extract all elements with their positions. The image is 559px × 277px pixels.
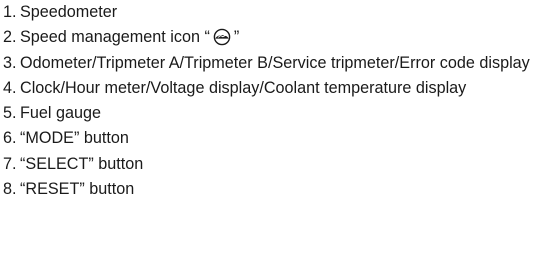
item-text: Fuel gauge (20, 104, 102, 122)
speed-management-icon (211, 28, 233, 46)
legend-item-odometer-tripmeter: 3. Odometer/Tripmeter A/Tripmeter B/Serv… (3, 53, 555, 75)
item-number: 3. (3, 53, 17, 72)
item-number: 4. (3, 78, 17, 97)
legend-item-reset-button: 8. “RESET” button (3, 179, 555, 201)
legend-item-mode-button: 6. “MODE” button (3, 128, 555, 150)
item-number: 6. (3, 129, 17, 148)
item-text-before-icon: Speed management icon “ (20, 28, 210, 47)
item-number: 2. (3, 28, 17, 47)
item-text-after-icon: ” (233, 28, 240, 47)
legend-item-speed-management-icon: 2. Speed management icon “ ” (3, 27, 555, 49)
legend-item-clock-hour-meter: 4. Clock/Hour meter/Voltage display/Cool… (3, 78, 555, 100)
item-number: 5. (3, 104, 17, 122)
item-text: “MODE” button (20, 129, 129, 148)
item-number: 8. (3, 179, 17, 198)
item-number: 7. (3, 154, 17, 173)
legend-item-select-button: 7. “SELECT” button (3, 154, 555, 176)
legend-list: 1. Speedometer 2. Speed management icon … (3, 2, 555, 204)
item-number: 1. (3, 3, 17, 21)
item-text: Clock/Hour meter/Voltage display/Coolant… (20, 78, 467, 97)
item-text-with-icon: Speed management icon “ ” (20, 27, 555, 49)
item-text: Speedometer (20, 3, 118, 21)
legend-item-speedometer: 1. Speedometer (3, 2, 555, 24)
item-text: “RESET” button (20, 179, 135, 198)
legend-item-fuel-gauge: 5. Fuel gauge (3, 103, 555, 125)
item-text: “SELECT” button (20, 154, 144, 173)
item-text: Odometer/Tripmeter A/Tripmeter B/Service… (20, 53, 530, 72)
